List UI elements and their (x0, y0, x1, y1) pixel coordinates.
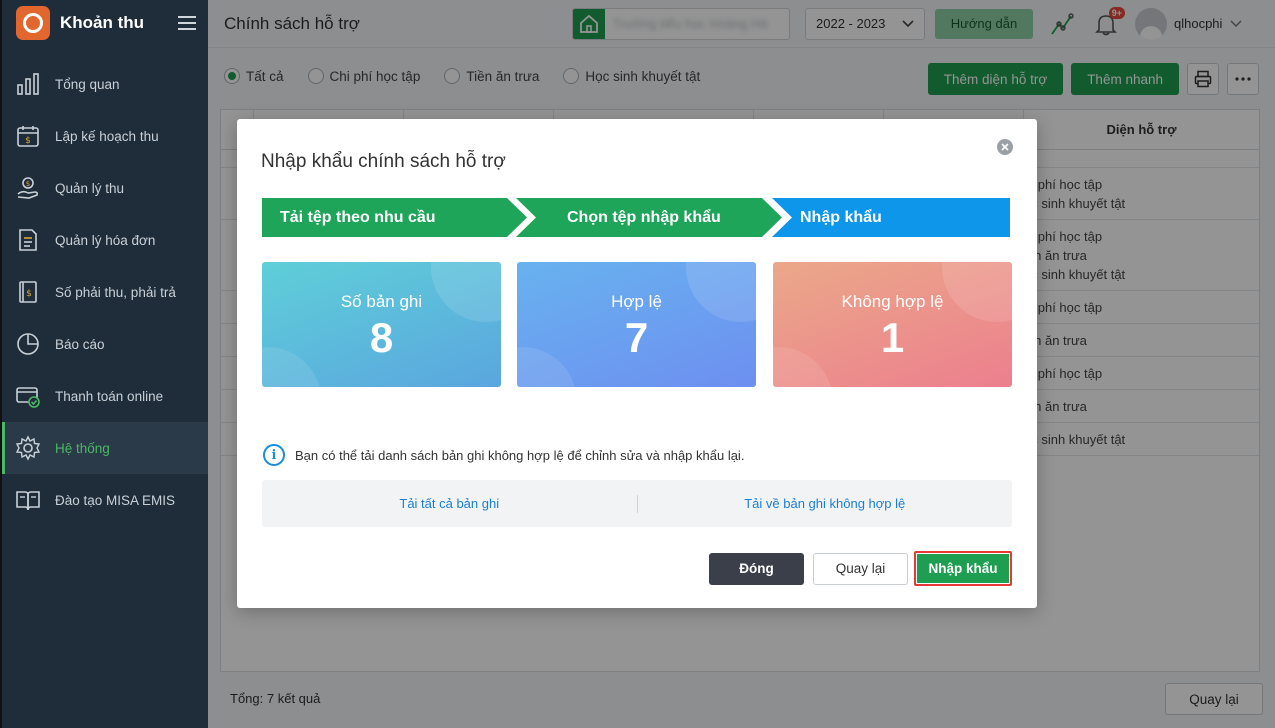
card-value: 7 (624, 314, 649, 361)
sidebar-item-label: Báo cáo (55, 336, 105, 352)
sidebar-item-bao-cao[interactable]: Báo cáo (2, 318, 208, 370)
card-label: Không hợp lệ (841, 292, 944, 311)
step-choose-file: Chọn tệp nhập khẩu (567, 208, 721, 226)
sidebar-item-thanh-toan-online[interactable]: Thanh toán online (2, 370, 208, 422)
card-value: 8 (369, 314, 394, 361)
valid-records-card: Hợp lệ 7 (517, 262, 756, 387)
invalid-records-card: Không hợp lệ 1 (773, 262, 1012, 387)
gear-icon (14, 434, 42, 462)
sidebar-item-label: Quản lý hóa đơn (55, 232, 156, 248)
card-value: 1 (880, 314, 905, 361)
sidebar-item-label: Lập kế hoạch thu (55, 128, 159, 144)
download-all-link[interactable]: Tải tất cả bản ghi (262, 496, 637, 511)
sidebar-menu: Tổng quan $ Lập kế hoạch thu $ Quản lý t… (2, 58, 208, 526)
app-title: Khoản thu (60, 13, 145, 32)
sidebar-item-label: Đào tạo MISA EMIS (55, 492, 176, 508)
invoice-icon (14, 226, 42, 254)
sidebar-item-label: Tổng quan (55, 76, 120, 92)
dialog-title: Nhập khẩu chính sách hỗ trợ (261, 151, 506, 172)
import-button-label: Nhập khẩu (917, 554, 1009, 583)
hand-coin-icon: $ (14, 174, 42, 202)
total-records-card: Số bản ghi 8 (262, 262, 501, 387)
sidebar-item-lap-ke-hoach-thu[interactable]: $ Lập kế hoạch thu (2, 110, 208, 162)
info-message: i Bạn có thể tải danh sách bản ghi không… (263, 444, 744, 466)
sidebar-item-label: Quản lý thu (55, 180, 125, 196)
svg-text:$: $ (26, 289, 32, 299)
sidebar-item-label: Thanh toán online (55, 388, 164, 404)
import-steps: Tải tệp theo nhu cầu Chọn tệp nhập khẩu … (262, 198, 1010, 237)
step-download-file: Tải tệp theo nhu cầu (280, 208, 436, 226)
app-logo-icon (16, 6, 50, 40)
sidebar-item-he-thong[interactable]: Hệ thống (2, 422, 208, 474)
import-summary-cards: Số bản ghi 8 Hợp lệ 7 Không hợp lệ 1 (262, 262, 1012, 387)
import-button[interactable]: Nhập khẩu (914, 551, 1012, 586)
sidebar-item-label: Số phải thu, phải trả (55, 284, 176, 300)
sidebar-item-quan-ly-hoa-don[interactable]: Quản lý hóa đơn (2, 214, 208, 266)
card-label: Số bản ghi (340, 292, 423, 311)
svg-text:$: $ (25, 136, 31, 146)
sidebar-item-tong-quan[interactable]: Tổng quan (2, 58, 208, 110)
back-button[interactable]: Quay lại (813, 552, 908, 585)
ledger-icon: $ (14, 278, 42, 306)
close-button[interactable]: Đóng (709, 552, 804, 585)
close-icon[interactable] (997, 139, 1013, 155)
sidebar: Khoản thu Tổng quan $ Lập kế hoạch thu $… (0, 0, 208, 728)
dialog-footer: Đóng Quay lại Nhập khẩu (709, 551, 1012, 586)
sidebar-item-dao-tao[interactable]: Đào tạo MISA EMIS (2, 474, 208, 526)
svg-text:$: $ (26, 180, 30, 188)
sidebar-item-quan-ly-thu[interactable]: $ Quản lý thu (2, 162, 208, 214)
step-import: Nhập khẩu (800, 208, 882, 226)
import-dialog: Nhập khẩu chính sách hỗ trợ Tải tệp theo… (237, 119, 1037, 608)
info-text: Bạn có thể tải danh sách bản ghi không h… (295, 447, 745, 463)
sidebar-item-so-phai-thu[interactable]: $ Số phải thu, phải trả (2, 266, 208, 318)
download-invalid-link[interactable]: Tải về bản ghi không hợp lệ (638, 496, 1013, 511)
card-check-icon (14, 382, 42, 410)
sidebar-item-label: Hệ thống (55, 440, 110, 456)
pie-chart-icon (14, 330, 42, 358)
hamburger-menu-icon[interactable] (178, 16, 196, 30)
download-options: Tải tất cả bản ghi Tải về bản ghi không … (262, 480, 1012, 527)
info-icon: i (263, 444, 285, 466)
brand: Khoản thu (2, 0, 208, 46)
card-label: Hợp lệ (611, 292, 662, 311)
book-icon (14, 486, 42, 514)
bar-chart-icon (14, 70, 42, 98)
calendar-dollar-icon: $ (14, 122, 42, 150)
